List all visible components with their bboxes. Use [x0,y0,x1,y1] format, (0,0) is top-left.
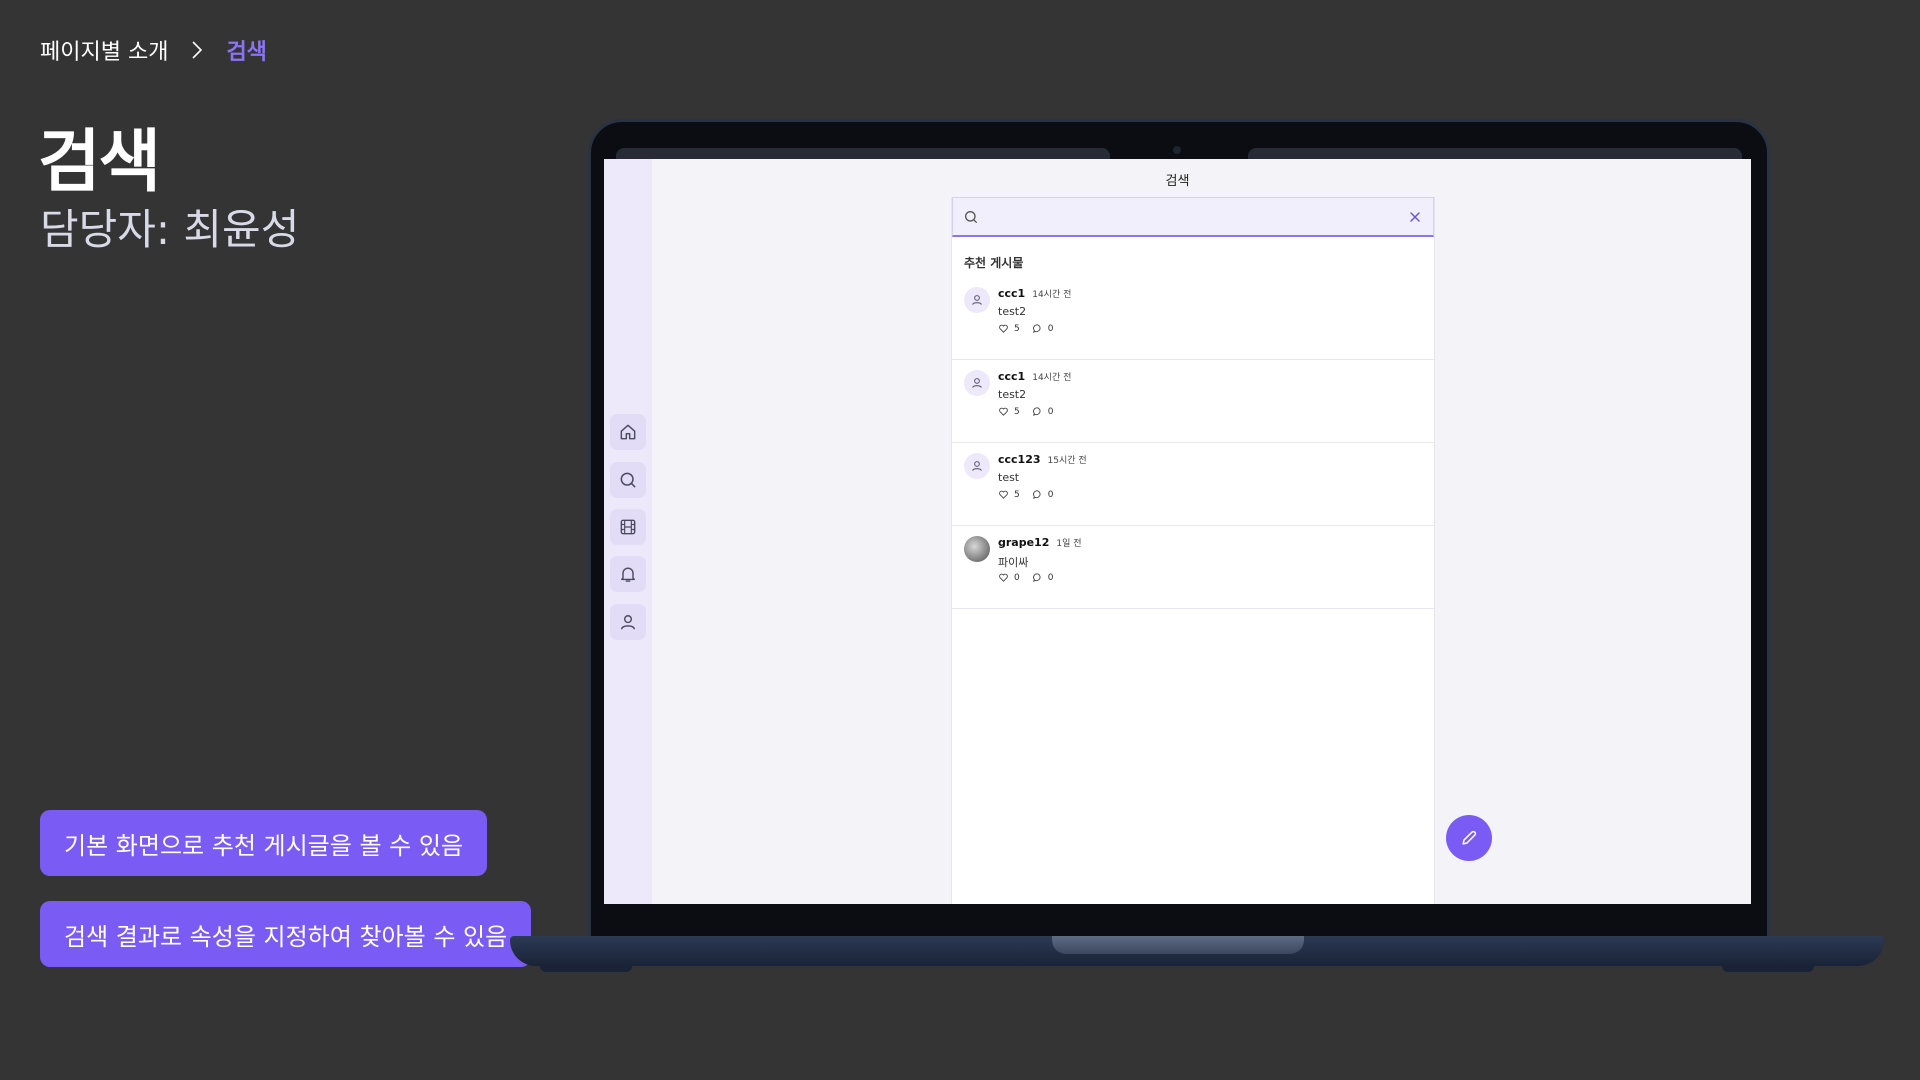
page-title: 검색 [38,123,161,202]
avatar[interactable] [964,536,990,562]
post-item[interactable]: ccc123 15시간 전 test 5 0 [952,443,1434,526]
user-icon [972,378,982,388]
comment-icon[interactable] [1032,572,1043,583]
like-count: 5 [1014,406,1020,417]
laptop-screen: 검색 추천 게시물 ccc1 14시간 전 test2 5 0 ccc1 14시… [604,159,1751,904]
heart-icon[interactable] [998,323,1009,334]
comment-count: 0 [1047,489,1054,500]
post-author[interactable]: ccc1 [998,287,1025,300]
breadcrumb: 페이지별 소개 검색 [40,34,267,66]
avatar[interactable] [964,453,990,479]
comment-count: 0 [1047,572,1054,583]
search-icon [965,210,977,223]
post-item[interactable]: ccc1 14시간 전 test2 5 0 [952,360,1434,443]
like-count: 0 [1014,572,1020,583]
search-bar [952,197,1434,237]
post-author[interactable]: ccc1 [998,370,1025,383]
search-input[interactable] [987,209,1399,224]
comment-count: 0 [1047,406,1054,417]
home-icon [620,424,636,440]
avatar[interactable] [964,287,990,313]
side-nav [604,159,652,904]
film-icon [620,519,636,535]
post-item[interactable]: grape12 1일 전 파이싸 0 0 [952,526,1434,609]
bell-icon [621,567,635,582]
comment-icon[interactable] [1032,489,1043,500]
post-content: 파이싸 [998,556,1029,569]
app-title: 검색 [1165,174,1190,189]
post-item[interactable]: ccc1 14시간 전 test2 5 0 [952,277,1434,360]
comment-icon[interactable] [1032,406,1043,417]
write-post-button[interactable] [1446,815,1492,861]
avatar[interactable] [964,370,990,396]
laptop-foot-left [540,966,632,972]
callout-recommended: 기본 화면으로 추천 게시글을 볼 수 있음 [40,810,488,876]
breadcrumb-parent[interactable]: 페이지별 소개 [40,34,168,66]
nav-search[interactable] [610,462,646,498]
user-icon [972,461,982,471]
camera-icon [1173,146,1181,154]
post-time: 14시간 전 [1032,373,1072,383]
like-count: 5 [1014,323,1020,334]
heart-icon[interactable] [998,406,1009,417]
post-content: test2 [998,305,1027,318]
user-icon [972,295,982,305]
callout-search-results: 검색 결과로 속성을 지정하여 찾아볼 수 있음 [40,901,532,967]
chevron-right-icon [192,41,203,59]
post-content: test2 [998,388,1027,401]
section-label: 추천 게시물 [964,256,1024,270]
post-time: 15시간 전 [1047,456,1087,466]
search-icon [620,472,636,488]
comment-count: 0 [1047,323,1054,334]
close-icon[interactable] [1407,209,1423,225]
owner-label: 담당자: 최윤성 [40,205,300,254]
post-author[interactable]: grape12 [998,536,1049,549]
feed-panel: 추천 게시물 ccc1 14시간 전 test2 5 0 ccc1 14시간 전 [951,197,1435,904]
heart-icon[interactable] [998,572,1009,583]
post-content: test [998,471,1020,484]
post-time: 14시간 전 [1032,290,1072,300]
nav-profile[interactable] [610,604,646,640]
heart-icon[interactable] [998,489,1009,500]
post-author[interactable]: ccc123 [998,453,1041,466]
nav-video[interactable] [610,509,646,545]
laptop-foot-right [1722,966,1814,972]
comment-icon[interactable] [1032,323,1043,334]
nav-notifications[interactable] [610,556,646,592]
breadcrumb-current: 검색 [226,40,267,65]
user-icon [621,615,635,630]
like-count: 5 [1014,489,1020,500]
post-time: 1일 전 [1056,539,1082,549]
pencil-icon [1462,830,1477,845]
laptop-hinge [1052,936,1304,954]
nav-home[interactable] [610,414,646,450]
